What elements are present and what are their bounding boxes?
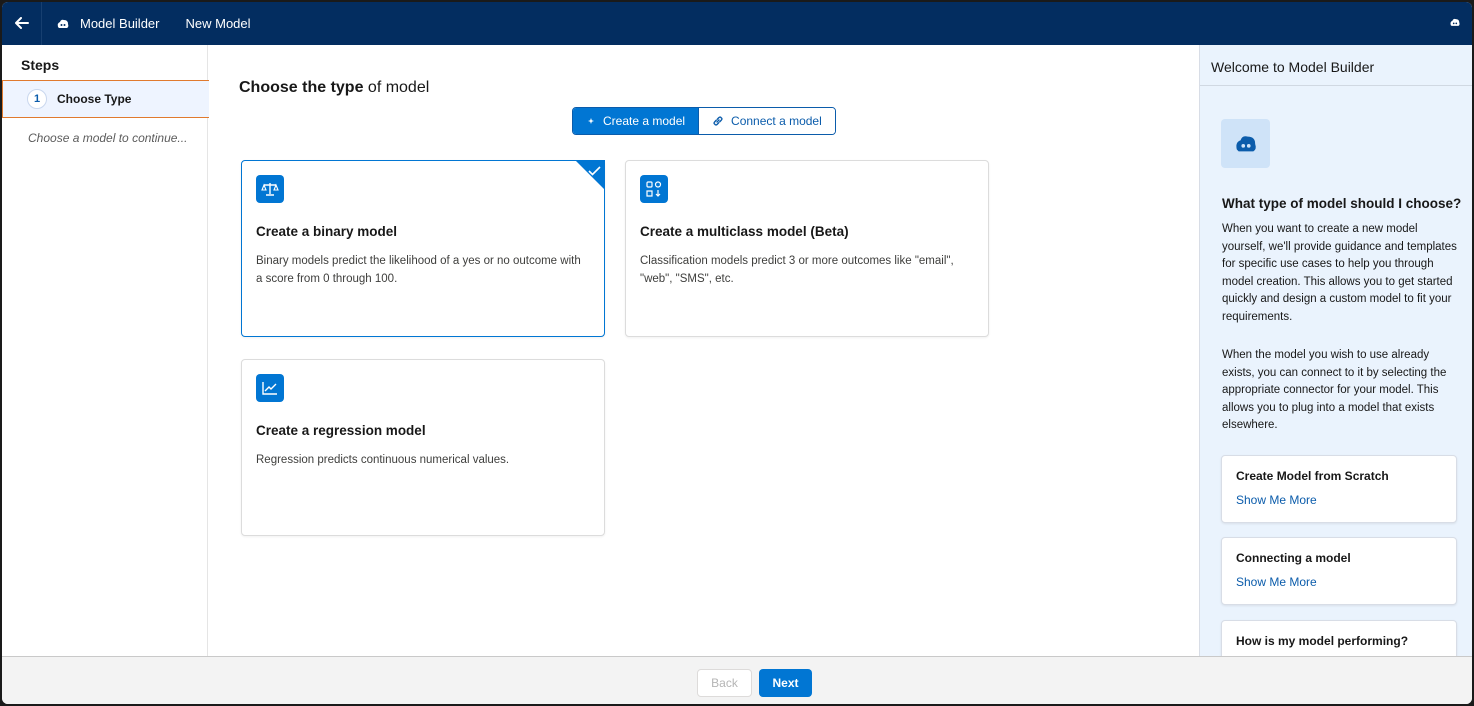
tab-new-model[interactable]: New Model [172, 2, 265, 45]
show-me-more-link[interactable]: Show Me More [1236, 575, 1442, 589]
show-me-more-link[interactable]: Show Me More [1236, 493, 1442, 507]
steps-sidebar: Steps 1 Choose Type Choose a model to co… [2, 45, 212, 656]
scales-icon [256, 175, 284, 203]
page-title: Choose the type of model [239, 79, 429, 97]
back-button[interactable]: Back [697, 669, 752, 697]
line-chart-icon [256, 374, 284, 402]
help-panel-title: Welcome to Model Builder [1200, 45, 1472, 86]
card-title: Create a regression model [256, 423, 426, 438]
app-title[interactable]: Model Builder [42, 2, 172, 45]
help-question: What type of model should I choose? [1222, 196, 1462, 211]
main-content: Choose the type of model Create a model … [209, 45, 1199, 656]
card-description: Regression predicts continuous numerical… [256, 454, 510, 466]
help-paragraph: When the model you wish to use already e… [1222, 349, 1447, 431]
connect-model-label: Connect a model [731, 114, 822, 128]
link-icon [712, 115, 724, 127]
create-model-button[interactable]: Create a model [573, 108, 699, 134]
global-header: Model Builder New Model [2, 2, 1472, 45]
check-icon [588, 163, 601, 181]
arrow-left-icon [14, 13, 29, 34]
einstein-icon [1449, 15, 1461, 33]
help-card-performance: How is my model performing? [1221, 620, 1457, 656]
card-title: Create a multiclass model (Beta) [640, 224, 849, 239]
multiclass-icon [640, 175, 668, 203]
regression-model-card[interactable]: Create a regression model Regression pre… [241, 359, 605, 536]
app-name: Model Builder [80, 16, 160, 31]
help-card-scratch: Create Model from Scratch Show Me More [1221, 455, 1457, 523]
card-description: Classification models predict 3 or more … [640, 255, 954, 285]
help-paragraph: When you want to create a new model your… [1222, 223, 1457, 323]
steps-title: Steps [21, 57, 60, 73]
multiclass-model-card[interactable]: Create a multiclass model (Beta) Classif… [625, 160, 989, 337]
einstein-sparkle-icon [586, 116, 596, 126]
footer-bar: Back Next [2, 656, 1472, 704]
model-mode-toggle: Create a model Connect a model [572, 107, 836, 135]
help-card-title: How is my model performing? [1236, 634, 1409, 648]
binary-model-card[interactable]: Create a binary model Binary models pred… [241, 160, 605, 337]
help-panel: Welcome to Model Builder What type of mo… [1199, 45, 1472, 656]
connect-model-button[interactable]: Connect a model [698, 108, 835, 134]
back-button[interactable] [2, 2, 42, 45]
help-card-title: Connecting a model [1236, 551, 1351, 565]
page-title-bold: Choose the type [239, 79, 364, 96]
card-description: Binary models predict the likelihood of … [256, 255, 581, 285]
step-hint: Choose a model to continue... [28, 131, 188, 145]
einstein-icon [56, 18, 70, 30]
einstein-button[interactable] [1438, 15, 1472, 33]
einstein-icon [1221, 119, 1270, 168]
help-card-connecting: Connecting a model Show Me More [1221, 537, 1457, 605]
step-label: Choose Type [57, 92, 132, 106]
create-model-label: Create a model [603, 114, 686, 128]
step-choose-type[interactable]: 1 Choose Type [2, 80, 212, 118]
page-title-rest: of model [363, 79, 430, 96]
next-button[interactable]: Next [759, 669, 812, 697]
step-number: 1 [27, 89, 47, 109]
help-card-title: Create Model from Scratch [1236, 469, 1389, 483]
app-window: Model Builder New Model Steps 1 Choose T… [2, 2, 1472, 704]
card-title: Create a binary model [256, 224, 398, 239]
